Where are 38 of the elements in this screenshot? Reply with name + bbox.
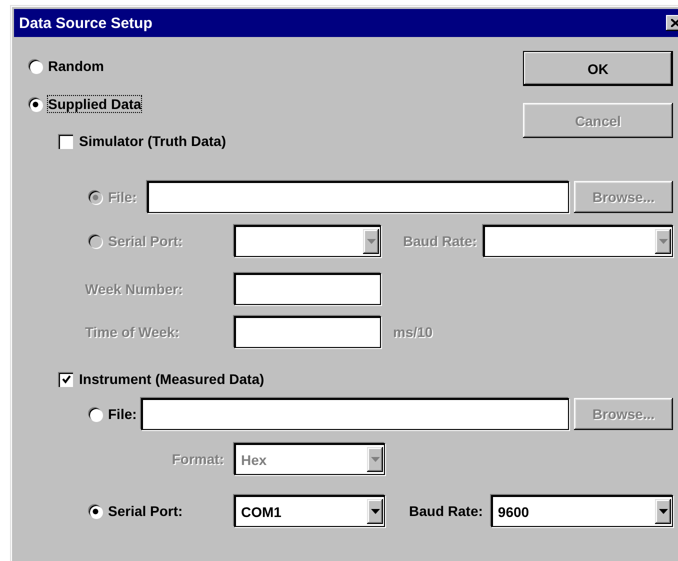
caret-icon — [658, 239, 668, 244]
field-label: Format: — [170, 451, 225, 467]
field-label: Baud Rate: — [403, 233, 477, 249]
checkbox[interactable] — [58, 372, 73, 386]
close-icon — [670, 19, 678, 27]
baud-rate-dropdown[interactable]: 9600 — [490, 495, 673, 527]
dropdown-button[interactable] — [363, 229, 379, 254]
caret-icon — [370, 509, 380, 514]
caret-icon — [366, 239, 376, 244]
checkbox-label[interactable]: Instrument (Measured Data) — [79, 371, 264, 387]
time-of-week-field[interactable] — [234, 316, 381, 348]
file-field[interactable] — [146, 181, 569, 213]
unit-label: ms/10 — [393, 324, 433, 340]
radio-label[interactable]: File: — [108, 406, 137, 422]
checkbox[interactable] — [58, 134, 73, 148]
checkbox-label[interactable]: Simulator (Truth Data) — [79, 133, 226, 149]
radio-button[interactable] — [29, 98, 42, 110]
field-label: Week Number: — [85, 281, 184, 297]
caret-icon — [658, 509, 668, 514]
radio-button[interactable] — [89, 408, 102, 420]
radio-label[interactable]: Supplied Data — [48, 96, 142, 112]
serial-port-dropdown[interactable] — [234, 225, 381, 257]
baud-rate-dropdown[interactable] — [482, 225, 673, 257]
caret-icon — [370, 457, 380, 462]
field-label: Time of Week: — [85, 324, 180, 340]
radio-label[interactable]: Random — [48, 58, 104, 74]
radio-button[interactable] — [89, 504, 102, 518]
week-number-field[interactable] — [234, 273, 381, 305]
field-label: Baud Rate: — [409, 503, 483, 519]
radio-label[interactable]: Serial Port: — [108, 503, 183, 519]
radio-button[interactable] — [29, 60, 42, 72]
serial-port-dropdown[interactable]: COM1 — [234, 495, 385, 527]
window-title: Data Source Setup — [19, 14, 152, 32]
dropdown-button[interactable] — [655, 499, 671, 524]
dropdown-button[interactable] — [367, 499, 383, 524]
dropdown-button[interactable] — [655, 229, 671, 254]
ok-button[interactable]: OK — [523, 51, 673, 86]
file-field[interactable] — [140, 398, 569, 430]
